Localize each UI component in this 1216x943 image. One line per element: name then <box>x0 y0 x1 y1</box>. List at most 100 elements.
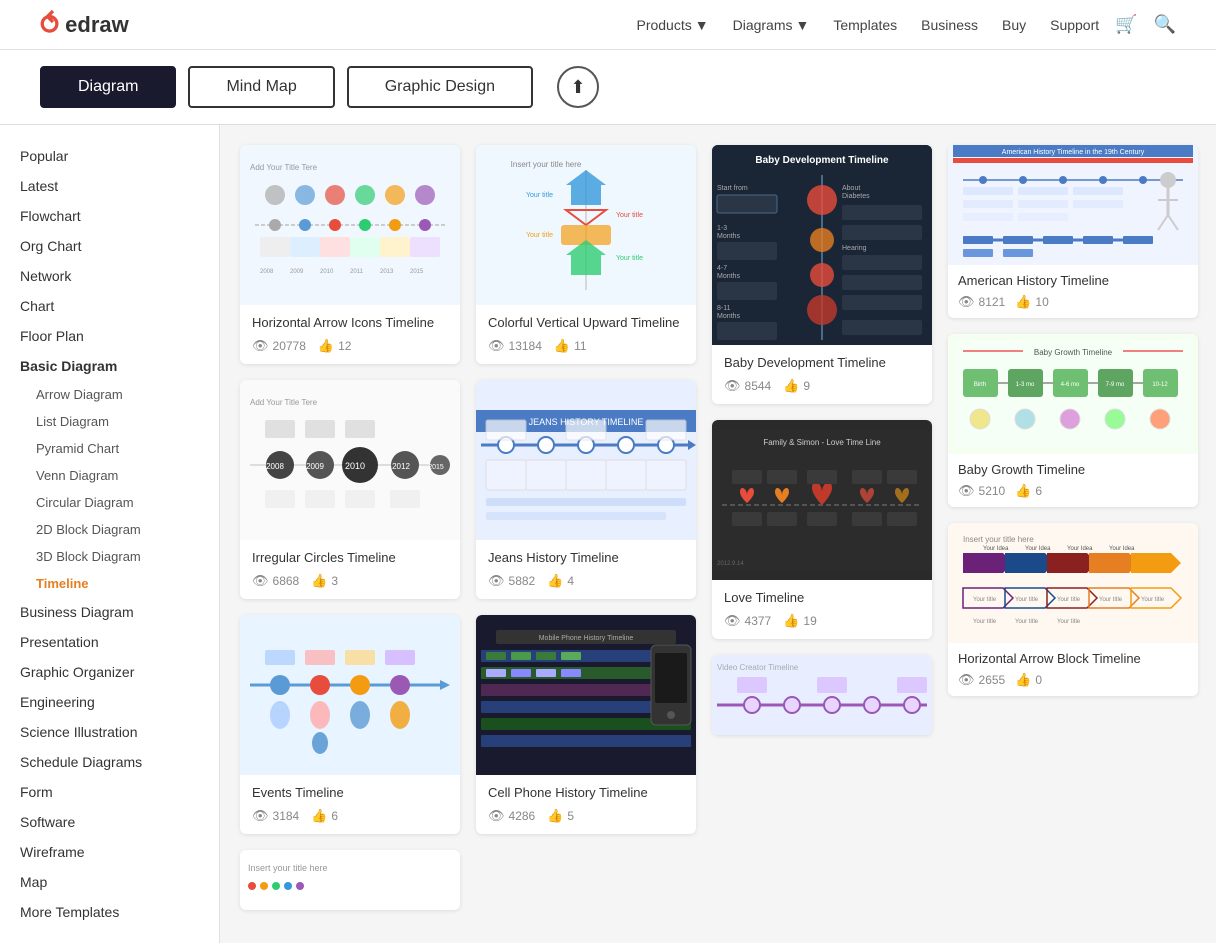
svg-text:Your Idea: Your Idea <box>1067 546 1093 552</box>
right-card-info-3: Horizontal Arrow Block Timeline 👁 2655 👍… <box>948 643 1198 696</box>
nav-support[interactable]: Support <box>1050 17 1099 33</box>
card-american-history[interactable]: American History Timeline in the 19th Ce… <box>948 145 1198 318</box>
svg-text:2012: 2012 <box>392 462 410 471</box>
sidebar-item-schedule[interactable]: Schedule Diagrams <box>0 747 219 777</box>
eye-icon-col2-3: 👁 <box>488 808 505 824</box>
svg-text:Hearing: Hearing <box>842 245 867 252</box>
sidebar-item-business-diagram[interactable]: Business Diagram <box>0 597 219 627</box>
view-stat-r2: 👁 5210 <box>958 483 1005 499</box>
sidebar-sub-3d-block[interactable]: 3D Block Diagram <box>0 543 219 570</box>
sidebar-item-presentation[interactable]: Presentation <box>0 627 219 657</box>
sidebar-item-chart[interactable]: Chart <box>0 291 219 321</box>
sidebar-item-software[interactable]: Software <box>0 807 219 837</box>
like-icon-r3: 👍 <box>1015 672 1031 688</box>
tab-mindmap[interactable]: Mind Map <box>188 66 334 108</box>
cart-icon[interactable]: 🛒 <box>1115 14 1137 35</box>
card-stats-2: 👁 6868 👍 3 <box>252 573 448 589</box>
sidebar-sub-pyramid-chart[interactable]: Pyramid Chart <box>0 435 219 462</box>
svg-text:American History Timeline in t: American History Timeline in the 19th Ce… <box>1002 149 1145 156</box>
logo-icon: ⥀ <box>40 8 59 41</box>
sidebar-sub-timeline[interactable]: Timeline <box>0 570 219 597</box>
sidebar-item-map[interactable]: Map <box>0 867 219 897</box>
svg-text:Insert your title here: Insert your title here <box>963 535 1034 544</box>
nav-buy[interactable]: Buy <box>1002 17 1026 33</box>
svg-text:2012.9.14: 2012.9.14 <box>717 561 744 567</box>
card-info: Horizontal Arrow Icons Timeline 👁 20778 … <box>240 305 460 364</box>
card-stats-3: 👁 3184 👍 6 <box>252 808 448 824</box>
sidebar-item-orgchart[interactable]: Org Chart <box>0 231 219 261</box>
column-3: Baby Development Timeline Start from 1-3… <box>712 145 932 735</box>
logo[interactable]: ⥀ edraw <box>40 8 129 41</box>
sidebar-sub-list-diagram[interactable]: List Diagram <box>0 408 219 435</box>
like-icon-col3-2: 👍 <box>783 613 799 629</box>
sidebar-sub-2d-block[interactable]: 2D Block Diagram <box>0 516 219 543</box>
upload-button[interactable]: ⬆ <box>557 66 599 108</box>
view-stat-col2-3: 👁 4286 <box>488 808 535 824</box>
like-stat-r3: 👍 0 <box>1015 672 1042 688</box>
tab-diagram[interactable]: Diagram <box>40 66 176 108</box>
eye-icon-r2: 👁 <box>958 483 975 499</box>
template-grid: Add Your Title Tere <box>240 145 1196 910</box>
svg-text:Months: Months <box>717 233 740 240</box>
card-baby-growth[interactable]: Baby Growth Timeline <box>948 334 1198 507</box>
card-irregular-circles[interactable]: Add Your Title Tere 2008 2009 2010 <box>240 380 460 599</box>
card-jeans-history[interactable]: JEANS HISTORY TIMELINE <box>476 380 696 599</box>
sidebar-item-flowchart[interactable]: Flowchart <box>0 201 219 231</box>
nav-icons: 🛒 🔍 <box>1115 14 1176 35</box>
svg-text:Mobile Phone History Timeline: Mobile Phone History Timeline <box>539 635 634 642</box>
sidebar-sub-arrow-diagram[interactable]: Arrow Diagram <box>0 381 219 408</box>
svg-text:2009: 2009 <box>306 462 324 471</box>
sidebar-item-network[interactable]: Network <box>0 261 219 291</box>
card-love-timeline[interactable]: Family & Simon - Love Time Line <box>712 420 932 639</box>
nav-business[interactable]: Business <box>921 17 978 33</box>
card-horizontal-arrow-icons[interactable]: Add Your Title Tere <box>240 145 460 364</box>
nav-templates[interactable]: Templates <box>833 17 897 33</box>
card-events-timeline[interactable]: Events Timeline 👁 3184 👍 6 <box>240 615 460 834</box>
like-stat: 👍 12 <box>318 338 352 354</box>
eye-icon-2: 👁 <box>252 573 269 589</box>
sidebar-sub-circular-diagram[interactable]: Circular Diagram <box>0 489 219 516</box>
sidebar-section-basic-diagram[interactable]: Basic Diagram <box>0 351 219 381</box>
card-cell-phone[interactable]: Mobile Phone History Timeline <box>476 615 696 834</box>
svg-text:2008: 2008 <box>266 462 284 471</box>
sidebar-item-engineering[interactable]: Engineering <box>0 687 219 717</box>
like-stat-r1: 👍 10 <box>1015 294 1049 310</box>
sidebar-item-popular[interactable]: Popular <box>0 141 219 171</box>
card-baby-development[interactable]: Baby Development Timeline Start from 1-3… <box>712 145 932 404</box>
view-stat-col2-1: 👁 13184 <box>488 338 542 354</box>
card-info-3: Events Timeline 👁 3184 👍 6 <box>240 775 460 834</box>
card-arrow-block-timeline[interactable]: Insert your title here Your Idea Your Id… <box>948 523 1198 696</box>
svg-text:Your title: Your title <box>1057 597 1081 603</box>
eye-icon-3: 👁 <box>252 808 269 824</box>
nav-diagrams[interactable]: Diagrams ▼ <box>733 17 810 33</box>
sidebar-sub-venn-diagram[interactable]: Venn Diagram <box>0 462 219 489</box>
eye-icon-col3-1: 👁 <box>724 378 741 394</box>
svg-text:4-6 mo: 4-6 mo <box>1061 382 1080 388</box>
svg-text:Your title: Your title <box>526 232 553 239</box>
sidebar-item-floorplan[interactable]: Floor Plan <box>0 321 219 351</box>
logo-text: edraw <box>65 12 129 38</box>
svg-text:Family & Simon - Love Time Lin: Family & Simon - Love Time Line <box>763 438 881 447</box>
card-partial-bottom-left[interactable]: Insert your title here <box>240 850 460 910</box>
svg-text:Your title: Your title <box>1141 597 1165 603</box>
view-stat-r3: 👁 2655 <box>958 672 1005 688</box>
tab-graphic-design[interactable]: Graphic Design <box>347 66 533 108</box>
like-icon-col3-1: 👍 <box>783 378 799 394</box>
svg-text:Your title: Your title <box>526 192 553 199</box>
nav-products[interactable]: Products ▼ <box>636 17 708 33</box>
sidebar-item-wireframe[interactable]: Wireframe <box>0 837 219 867</box>
svg-text:2015: 2015 <box>428 464 444 471</box>
card-partial-col3[interactable]: Video Creator Timeline <box>712 655 932 735</box>
svg-text:Insert your title here: Insert your title here <box>511 160 582 169</box>
sidebar-item-form[interactable]: Form <box>0 777 219 807</box>
card-colorful-vertical[interactable]: Insert your title here Your title Your t… <box>476 145 696 364</box>
svg-text:Your title: Your title <box>616 212 643 219</box>
sidebar-item-latest[interactable]: Latest <box>0 171 219 201</box>
sidebar-item-more-templates[interactable]: More Templates <box>0 897 219 927</box>
eye-icon-col3-2: 👁 <box>724 613 741 629</box>
like-icon-r2: 👍 <box>1015 483 1031 499</box>
column-2: Insert your title here Your title Your t… <box>476 145 696 834</box>
sidebar-item-graphic-organizer[interactable]: Graphic Organizer <box>0 657 219 687</box>
sidebar-item-science[interactable]: Science Illustration <box>0 717 219 747</box>
search-icon[interactable]: 🔍 <box>1154 14 1176 35</box>
